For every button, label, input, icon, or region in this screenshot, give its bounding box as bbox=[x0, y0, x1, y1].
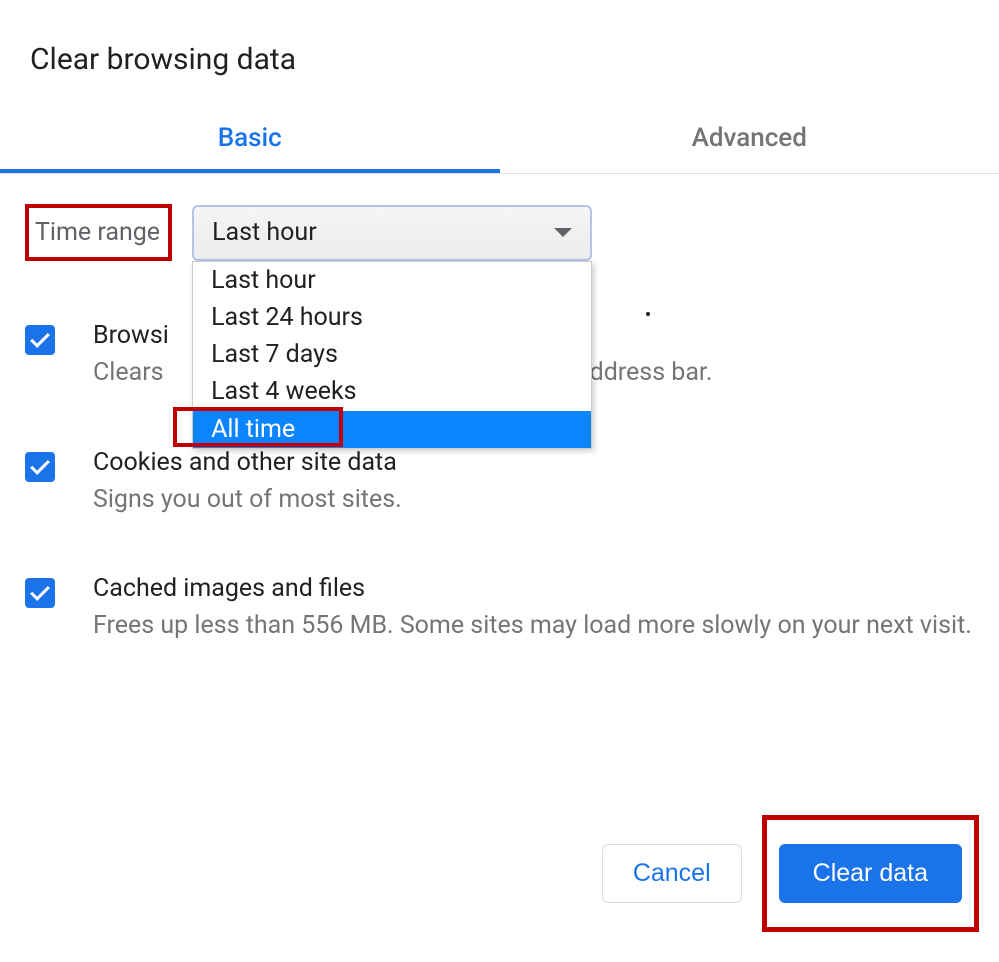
dropdown-option-last-7-days[interactable]: Last 7 days bbox=[193, 336, 591, 373]
option-cookies: Cookies and other site data Signs you ou… bbox=[25, 448, 974, 519]
dialog-buttons: Cancel Clear data bbox=[602, 815, 979, 932]
chevron-down-icon bbox=[554, 228, 572, 237]
check-icon bbox=[30, 455, 50, 475]
option-desc: Frees up less than 556 MB. Some sites ma… bbox=[93, 607, 974, 645]
desc-left: Clears bbox=[93, 358, 170, 387]
time-range-select[interactable]: Last hour bbox=[192, 205, 592, 261]
time-range-dropdown-wrapper: Last hour Last hour Last 24 hours Last 7… bbox=[192, 205, 592, 261]
option-cached: Cached images and files Frees up less th… bbox=[25, 574, 974, 645]
content-area: Time range Last hour Last hour Last 24 h… bbox=[0, 174, 999, 645]
check-icon bbox=[30, 581, 50, 601]
clear-data-button[interactable]: Clear data bbox=[779, 844, 962, 903]
tabs: Basic Advanced bbox=[0, 107, 999, 174]
annotation-highlight-clear-data: Clear data bbox=[762, 815, 979, 932]
checkbox-cached[interactable] bbox=[25, 578, 55, 608]
checkbox-cookies[interactable] bbox=[25, 452, 55, 482]
tab-basic[interactable]: Basic bbox=[0, 107, 500, 173]
decorative-dot bbox=[646, 312, 650, 316]
desc-right: address bar. bbox=[576, 358, 713, 387]
time-range-dropdown-list: Last hour Last 24 hours Last 7 days Last… bbox=[192, 261, 592, 449]
dropdown-option-last-24-hours[interactable]: Last 24 hours bbox=[193, 299, 591, 336]
checkbox-browsing-history[interactable] bbox=[25, 325, 55, 355]
dropdown-option-last-4-weeks[interactable]: Last 4 weeks bbox=[193, 373, 591, 410]
option-title: Cached images and files bbox=[93, 574, 974, 603]
option-text: Cookies and other site data Signs you ou… bbox=[93, 448, 974, 519]
option-desc: Signs you out of most sites. bbox=[93, 481, 974, 519]
cancel-button[interactable]: Cancel bbox=[602, 844, 742, 903]
option-text: Cached images and files Frees up less th… bbox=[93, 574, 974, 645]
tab-advanced[interactable]: Advanced bbox=[500, 107, 999, 173]
time-range-row: Time range Last hour Last hour Last 24 h… bbox=[25, 204, 974, 261]
dropdown-option-all-time-label: All time bbox=[211, 415, 295, 444]
check-icon bbox=[30, 328, 50, 348]
dropdown-option-all-time[interactable]: All time bbox=[193, 411, 591, 448]
dropdown-option-last-hour[interactable]: Last hour bbox=[193, 262, 591, 299]
time-range-selected-value: Last hour bbox=[212, 218, 317, 247]
option-title: Cookies and other site data bbox=[93, 448, 974, 477]
dialog-title: Clear browsing data bbox=[0, 0, 999, 77]
time-range-label: Time range bbox=[25, 204, 172, 261]
